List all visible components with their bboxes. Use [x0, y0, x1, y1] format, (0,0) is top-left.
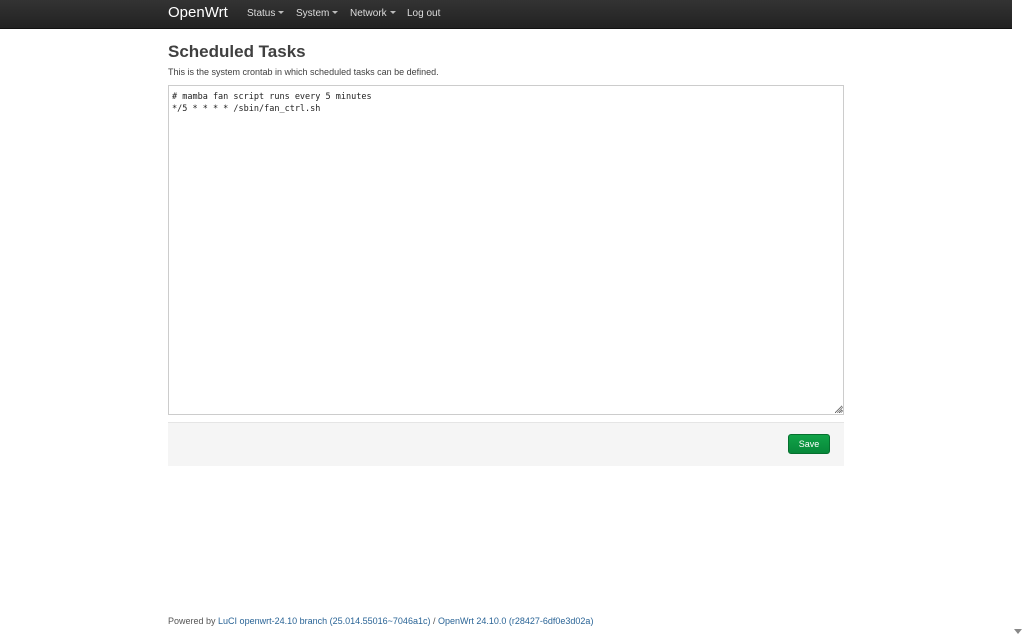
form-actions-bar: Save — [168, 422, 844, 466]
caret-down-icon — [332, 10, 339, 14]
caret-down-icon — [389, 10, 396, 14]
nav-menu-system[interactable]: System — [296, 8, 339, 20]
nav-logout-link[interactable]: Log out — [407, 8, 440, 20]
page: OpenWrt Status System Network Log out Sc… — [0, 0, 1024, 640]
footer-powered-by: Powered by — [168, 616, 216, 626]
footer: Powered by LuCI openwrt-24.10 branch (25… — [168, 615, 593, 627]
nav-menu-label: Log out — [407, 8, 441, 19]
scroll-down-arrow-icon[interactable] — [1014, 629, 1022, 634]
caret-down-icon — [278, 10, 285, 14]
nav-menu-network[interactable]: Network — [350, 8, 396, 20]
page-title: Scheduled Tasks — [168, 42, 306, 61]
footer-separator: / — [432, 616, 436, 626]
footer-luci-link[interactable]: LuCI openwrt-24.10 branch (25.014.55016~… — [218, 616, 430, 626]
top-navbar: OpenWrt Status System Network Log out — [0, 0, 1012, 29]
footer-openwrt-link[interactable]: OpenWrt 24.10.0 (r28427-6df0e3d02a) — [438, 616, 593, 626]
nav-menu-status[interactable]: Status — [247, 8, 285, 20]
save-button[interactable]: Save — [788, 434, 830, 454]
nav-menu-label: Status — [247, 8, 276, 19]
page-description: This is the system crontab in which sche… — [168, 67, 439, 77]
nav-menu-label: Network — [350, 8, 387, 19]
crontab-editor[interactable] — [168, 85, 844, 415]
brand-logo[interactable]: OpenWrt — [168, 4, 228, 22]
nav-menu-label: System — [296, 8, 330, 19]
vertical-scrollbar[interactable] — [1012, 0, 1024, 640]
